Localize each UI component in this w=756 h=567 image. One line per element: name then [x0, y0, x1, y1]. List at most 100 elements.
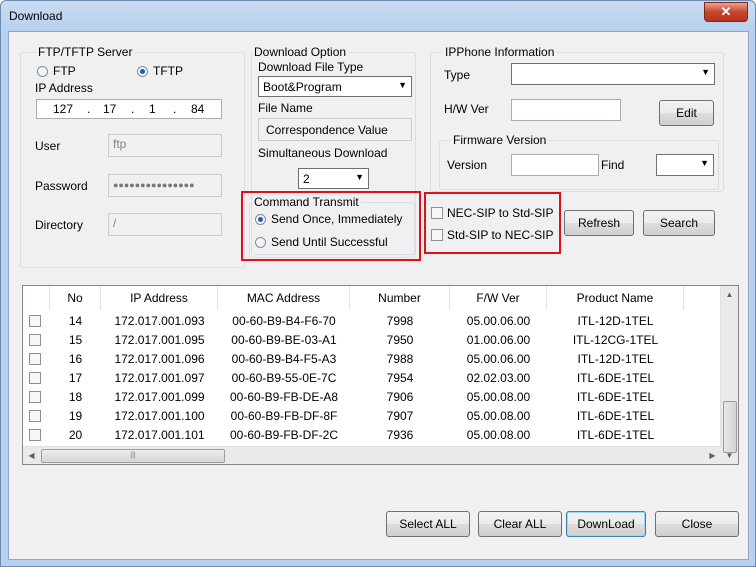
password-label: Password [35, 179, 88, 193]
cell-mac: 00-60-B9-FB-DF-8F [230, 409, 338, 423]
cell-ip: 172.017.001.097 [114, 371, 205, 385]
ip-octet-3[interactable]: 1 [149, 102, 156, 116]
chevron-down-icon: ▼ [355, 172, 364, 182]
cell-no: 15 [68, 333, 83, 347]
tftp-radio-label[interactable]: TFTP [153, 64, 183, 78]
cell-mac: 00-60-B9-B4-F5-A3 [231, 352, 337, 366]
column-header-product[interactable]: Product Name [547, 286, 684, 310]
vertical-scrollbar[interactable]: ▲ ▼ [720, 286, 738, 464]
cell-mac: 00-60-B9-B4-F6-70 [232, 314, 336, 328]
simultaneous-select[interactable]: 2 ▼ [298, 168, 369, 189]
column-header-no[interactable]: No [50, 286, 101, 310]
refresh-button[interactable]: Refresh [564, 210, 634, 236]
clear-all-button[interactable]: Clear ALL [478, 511, 562, 537]
file-type-value: Boot&Program [263, 80, 342, 94]
cell-mac: 00-60-B9-FB-DE-A8 [229, 390, 339, 404]
cell-no: 17 [68, 371, 83, 385]
ip-octet-4[interactable]: 84 [191, 102, 204, 116]
table-row[interactable]: 15 172.017.001.095 00-60-B9-BE-03-A1 7950 01… [23, 331, 721, 350]
row-checkbox[interactable] [29, 353, 41, 365]
ip-separator: . [87, 102, 91, 116]
file-name-label: File Name [258, 101, 313, 115]
cell-fw: 05.00.06.00 [466, 352, 531, 366]
device-table[interactable]: No IP Address MAC Address Number F/W Ver… [22, 285, 739, 465]
row-checkbox[interactable] [29, 372, 41, 384]
search-button[interactable]: Search [643, 210, 715, 236]
table-row[interactable]: 17 172.017.001.097 00-60-B9-55-0E-7C 7954 02… [23, 369, 721, 388]
cell-product: ITL-12CG-1TEL [572, 333, 659, 347]
ftp-group-label: FTP/TFTP Server [36, 45, 135, 59]
cell-no: 18 [68, 390, 83, 404]
file-type-select[interactable]: Boot&Program ▼ [258, 76, 412, 97]
file-name-field: Correspondence Value [258, 118, 412, 141]
select-column-header[interactable] [23, 286, 50, 310]
user-field[interactable]: ftp [108, 134, 222, 157]
cell-no: 20 [68, 428, 83, 442]
row-checkbox[interactable] [29, 391, 41, 403]
horizontal-scrollbar[interactable]: ◀ ||| ▶ [23, 446, 721, 464]
user-label: User [35, 139, 61, 153]
table-row[interactable]: 14 172.017.001.093 00-60-B9-B4-F6-70 7998 05… [23, 312, 721, 331]
ip-address-field[interactable]: 127 . 17 . 1 . 84 [36, 99, 222, 119]
column-header-number[interactable]: Number [350, 286, 450, 310]
download-button[interactable]: DownLoad [566, 511, 646, 537]
version-field[interactable] [511, 154, 599, 176]
close-button[interactable]: Close [655, 511, 739, 537]
cell-fw: 05.00.06.00 [466, 314, 531, 328]
cell-mac: 00-60-B9-BE-03-A1 [231, 333, 337, 347]
cell-ip: 172.017.001.093 [114, 314, 205, 328]
cell-fw: 01.00.06.00 [466, 333, 531, 347]
arrow-down-icon[interactable]: ▼ [721, 447, 738, 464]
password-field[interactable]: ●●●●●●●●●●●●●●● [108, 174, 222, 197]
dialog-client: FTP/TFTP Server FTP TFTP IP Address 127 … [8, 31, 749, 560]
type-select[interactable]: ▼ [511, 63, 715, 85]
find-select[interactable]: ▼ [656, 154, 714, 176]
title-bar[interactable]: Download ✕ [1, 1, 755, 31]
cell-fw: 05.00.08.00 [466, 409, 531, 423]
cell-product: ITL-12D-1TEL [577, 352, 654, 366]
edit-button[interactable]: Edit [659, 100, 714, 126]
cell-ip: 172.017.001.099 [114, 390, 205, 404]
horizontal-scroll-thumb[interactable]: ||| [41, 449, 225, 463]
ftp-radio-label[interactable]: FTP [53, 64, 76, 78]
cell-number: 7936 [386, 428, 414, 442]
row-checkbox[interactable] [29, 334, 41, 346]
column-header-ip[interactable]: IP Address [101, 286, 218, 310]
table-row[interactable]: 16 172.017.001.096 00-60-B9-B4-F5-A3 7988 05… [23, 350, 721, 369]
cell-product: ITL-6DE-1TEL [576, 409, 655, 423]
arrow-left-icon[interactable]: ◀ [23, 447, 40, 464]
hw-ver-field[interactable] [511, 99, 621, 121]
row-checkbox[interactable] [29, 410, 41, 422]
ip-octet-2[interactable]: 17 [103, 102, 116, 116]
hw-ver-label: H/W Ver [444, 102, 489, 116]
cell-number: 7950 [386, 333, 414, 347]
tftp-radio[interactable] [137, 66, 148, 77]
cell-ip: 172.017.001.101 [114, 428, 205, 442]
row-checkbox[interactable] [29, 315, 41, 327]
close-icon[interactable]: ✕ [704, 2, 748, 22]
table-row[interactable]: 20 172.017.001.101 00-60-B9-FB-DF-2C 7936 05… [23, 426, 721, 445]
window-title: Download [9, 9, 63, 23]
vertical-scroll-thumb[interactable] [723, 401, 737, 453]
select-all-button[interactable]: Select ALL [386, 511, 470, 537]
directory-label: Directory [35, 218, 84, 232]
column-header-mac[interactable]: MAC Address [218, 286, 350, 310]
ip-octet-1[interactable]: 127 [53, 102, 73, 116]
directory-field[interactable]: / [108, 213, 222, 236]
arrow-up-icon[interactable]: ▲ [721, 286, 738, 303]
ftp-radio[interactable] [37, 66, 48, 77]
ip-separator: . [131, 102, 135, 116]
table-row[interactable]: 19 172.017.001.100 00-60-B9-FB-DF-8F 7907 05… [23, 407, 721, 426]
cell-number: 7907 [386, 409, 414, 423]
cell-mac: 00-60-B9-55-0E-7C [231, 371, 337, 385]
highlight-box-sip [424, 192, 561, 254]
table-row[interactable]: 18 172.017.001.099 00-60-B9-FB-DE-A8 7906 05… [23, 388, 721, 407]
cell-no: 16 [68, 352, 83, 366]
arrow-right-icon[interactable]: ▶ [704, 447, 721, 464]
column-header-fw[interactable]: F/W Ver [450, 286, 547, 310]
cell-number: 7998 [386, 314, 414, 328]
ip-address-label: IP Address [35, 81, 93, 95]
file-type-label: Download File Type [258, 60, 364, 74]
find-label: Find [601, 158, 625, 172]
row-checkbox[interactable] [29, 429, 41, 441]
